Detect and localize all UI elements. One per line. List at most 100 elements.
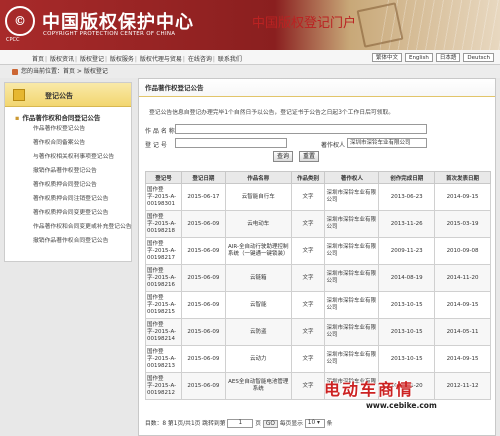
cell-creation-date: 2009-11-23 (378, 237, 436, 265)
pager-go-button[interactable]: GO (262, 420, 278, 428)
sidebar-item[interactable]: 作品著作权登记公告 (33, 122, 131, 136)
logo-abbrev: CPCC (6, 37, 20, 43)
nav-copyright-news[interactable]: 版权资讯 (50, 56, 74, 63)
top-navigation: 首页| 版权资讯| 版权登记| 版权服务| 版权代理与贸易| 在线咨询| 联系我… (0, 50, 500, 65)
cell-reg-date: 2015-06-09 (180, 210, 226, 238)
col-work-category: 作品类别 (290, 171, 326, 184)
sidebar-item[interactable]: 撤销作品著作权合同登记公告 (33, 234, 131, 248)
pager-page-unit: 页 (255, 421, 261, 427)
cell-work-name: AES全自动智能电池管理系统 (224, 372, 292, 400)
table-row[interactable]: 国作登字-2015-A-00198213 2015-06-09 云动力 文字 深… (145, 345, 491, 373)
table-row[interactable]: 国作登字-2015-A-00198301 2015-06-17 云智能自行车 文… (145, 183, 491, 211)
nav-copyright-registration[interactable]: 版权登记 (80, 56, 104, 63)
sidebar-item[interactable]: 作品著作权和合同变更或补充登记公告 (33, 220, 132, 234)
col-work-name: 作品名称 (224, 171, 292, 184)
language-switcher: 繁体中文 English 日本語 Deutsch (371, 53, 494, 62)
table-row[interactable]: 国作登字-2015-A-00198214 2015-06-09 云防盗 文字 深… (145, 318, 491, 346)
sidebar-group-title[interactable]: 作品著作权和合同登记公告 (5, 107, 131, 122)
org-name-english: COPYRIGHT PROTECTION CENTER OF CHINA (43, 31, 176, 37)
cell-owner: 深圳市深铃车业有限公司 (324, 210, 380, 238)
sidebar-item[interactable]: 著作权质押合同注销登记公告 (33, 192, 131, 206)
cell-publish-date: 2015-03-19 (434, 210, 491, 238)
lang-japanese[interactable]: 日本語 (435, 53, 461, 62)
cell-category: 文字 (290, 210, 326, 238)
sidebar-list: 作品著作权登记公告 著作权合同备案公告 与著作权相关权利事项登记公告 撤销作品著… (5, 122, 132, 248)
reg-number-input[interactable] (175, 138, 287, 148)
table-row[interactable]: 国作登字-2015-A-00198217 2015-06-09 AIR-全自动行… (145, 237, 491, 265)
cell-work-name: 云电动车 (224, 210, 292, 238)
lang-traditional-chinese[interactable]: 繁体中文 (371, 53, 402, 62)
cell-reg-date: 2015-06-09 (180, 372, 226, 400)
cell-category: 文字 (290, 291, 326, 319)
nav-copyright-service[interactable]: 版权服务 (110, 56, 134, 63)
table-row[interactable]: 国作登字-2015-A-00198216 2015-06-09 云链箱 文字 深… (145, 264, 491, 292)
cell-reg-date: 2015-06-17 (180, 183, 226, 211)
cell-work-name: 云动力 (224, 345, 292, 373)
sidebar-item[interactable]: 著作权质押合同登记公告 (33, 178, 131, 192)
sidebar-item[interactable]: 著作权合同备案公告 (33, 136, 131, 150)
nav-contact-us[interactable]: 联系我们 (218, 56, 242, 63)
cell-creation-date: 2014-08-19 (378, 264, 436, 292)
sidebar-item[interactable]: 撤销作品著作权登记公告 (33, 164, 131, 178)
per-page-value: 10 (307, 420, 316, 426)
cell-reg-date: 2015-06-09 (180, 264, 226, 292)
pager-per-page-label: 每页显示 (279, 421, 303, 427)
book-icon (13, 89, 25, 101)
cell-reg-date: 2015-06-09 (180, 291, 226, 319)
owner-input[interactable]: 深圳市深铃车业有限公司 (347, 138, 427, 148)
pagination: 目数：8 第1页/共1页 跳转到第 1 页 GO 每页显示 10 ▾ 条 (145, 418, 491, 430)
cell-work-name: 云防盗 (224, 318, 292, 346)
cell-work-name: AIR-全自动行驶助理控制系统（一键通一键锁装） (224, 237, 292, 265)
cell-publish-date: 2012-11-12 (434, 372, 491, 400)
page-title: 作品著作权登记公告 (139, 79, 495, 97)
cell-reg-number: 国作登字-2015-A-00198212 (145, 372, 182, 400)
work-name-input[interactable] (175, 124, 427, 134)
sidebar-item[interactable]: 著作权质押合同变更登记公告 (33, 206, 131, 220)
cell-category: 文字 (290, 237, 326, 265)
cell-category: 文字 (290, 345, 326, 373)
pager-per-page-unit: 条 (326, 421, 333, 427)
cell-owner: 深圳市深铃车业有限公司 (324, 183, 380, 211)
cell-work-name: 云智能自行车 (224, 183, 292, 211)
cell-reg-date: 2015-06-09 (180, 237, 226, 265)
breadcrumb: 您的当前位置：首页 > 版权登记 (0, 65, 500, 78)
owner-label: 著作权人 (321, 142, 346, 149)
cell-reg-number: 国作登字-2015-A-00198214 (145, 318, 182, 346)
portal-title: 中国版权登记门户 (252, 16, 357, 31)
cell-reg-date: 2015-06-09 (180, 318, 226, 346)
nav-agency-trade[interactable]: 版权代理与贸易 (140, 56, 182, 63)
watermark-url: www.cebike.com (366, 401, 437, 410)
pager-summary: 目数：8 第1页/共1页 (145, 421, 201, 427)
table-row[interactable]: 国作登字-2015-A-00198215 2015-06-09 云智能 文字 深… (145, 291, 491, 319)
per-page-select[interactable]: 10 ▾ (304, 419, 325, 428)
cell-creation-date: 2013-10-15 (378, 318, 436, 346)
copyright-logo-icon[interactable]: © (5, 6, 35, 36)
query-button[interactable]: 查询 (273, 151, 293, 162)
cell-owner: 深圳市深铃车业有限公司 (324, 291, 380, 319)
table-row[interactable]: 国作登字-2015-A-00198218 2015-06-09 云电动车 文字 … (145, 210, 491, 238)
col-first-publish-date: 首次发表日期 (434, 171, 491, 184)
banner-document-graphic (356, 2, 404, 48)
nav-online-consult[interactable]: 在线咨询 (188, 56, 212, 63)
cell-category: 文字 (290, 183, 326, 211)
cell-publish-date: 2014-09-15 (434, 291, 491, 319)
cell-creation-date: 2013-06-23 (378, 183, 436, 211)
pager-jump-label: 跳转到第 (202, 421, 226, 427)
cell-reg-number: 国作登字-2015-A-00198301 (145, 183, 182, 211)
pager-page-input[interactable]: 1 (227, 419, 254, 428)
results-table: 登记号 登记日期 作品名称 作品类别 著作权人 创作完成日期 首次发表日期 国作… (145, 171, 491, 400)
reset-button[interactable]: 重置 (299, 151, 319, 162)
lang-english[interactable]: English (404, 53, 433, 62)
cell-reg-date: 2015-06-09 (180, 345, 226, 373)
cell-creation-date: 2013-11-26 (378, 210, 436, 238)
cell-work-name: 云智能 (224, 291, 292, 319)
sidebar-item[interactable]: 与著作权相关权利事项登记公告 (33, 150, 131, 164)
cell-category: 文字 (290, 318, 326, 346)
lang-german[interactable]: Deutsch (463, 53, 494, 62)
col-reg-number: 登记号 (145, 171, 182, 184)
table-row[interactable]: 国作登字-2015-A-00198212 2015-06-09 AES全自动智能… (145, 372, 491, 400)
cell-reg-number: 国作登字-2015-A-00198218 (145, 210, 182, 238)
nav-home[interactable]: 首页 (32, 56, 44, 63)
main-panel: 作品著作权登记公告 登记公告信息自登记办理完毕1个自然日予以公告，登记证书于公告… (138, 78, 496, 436)
chevron-down-icon: ▾ (317, 420, 320, 426)
